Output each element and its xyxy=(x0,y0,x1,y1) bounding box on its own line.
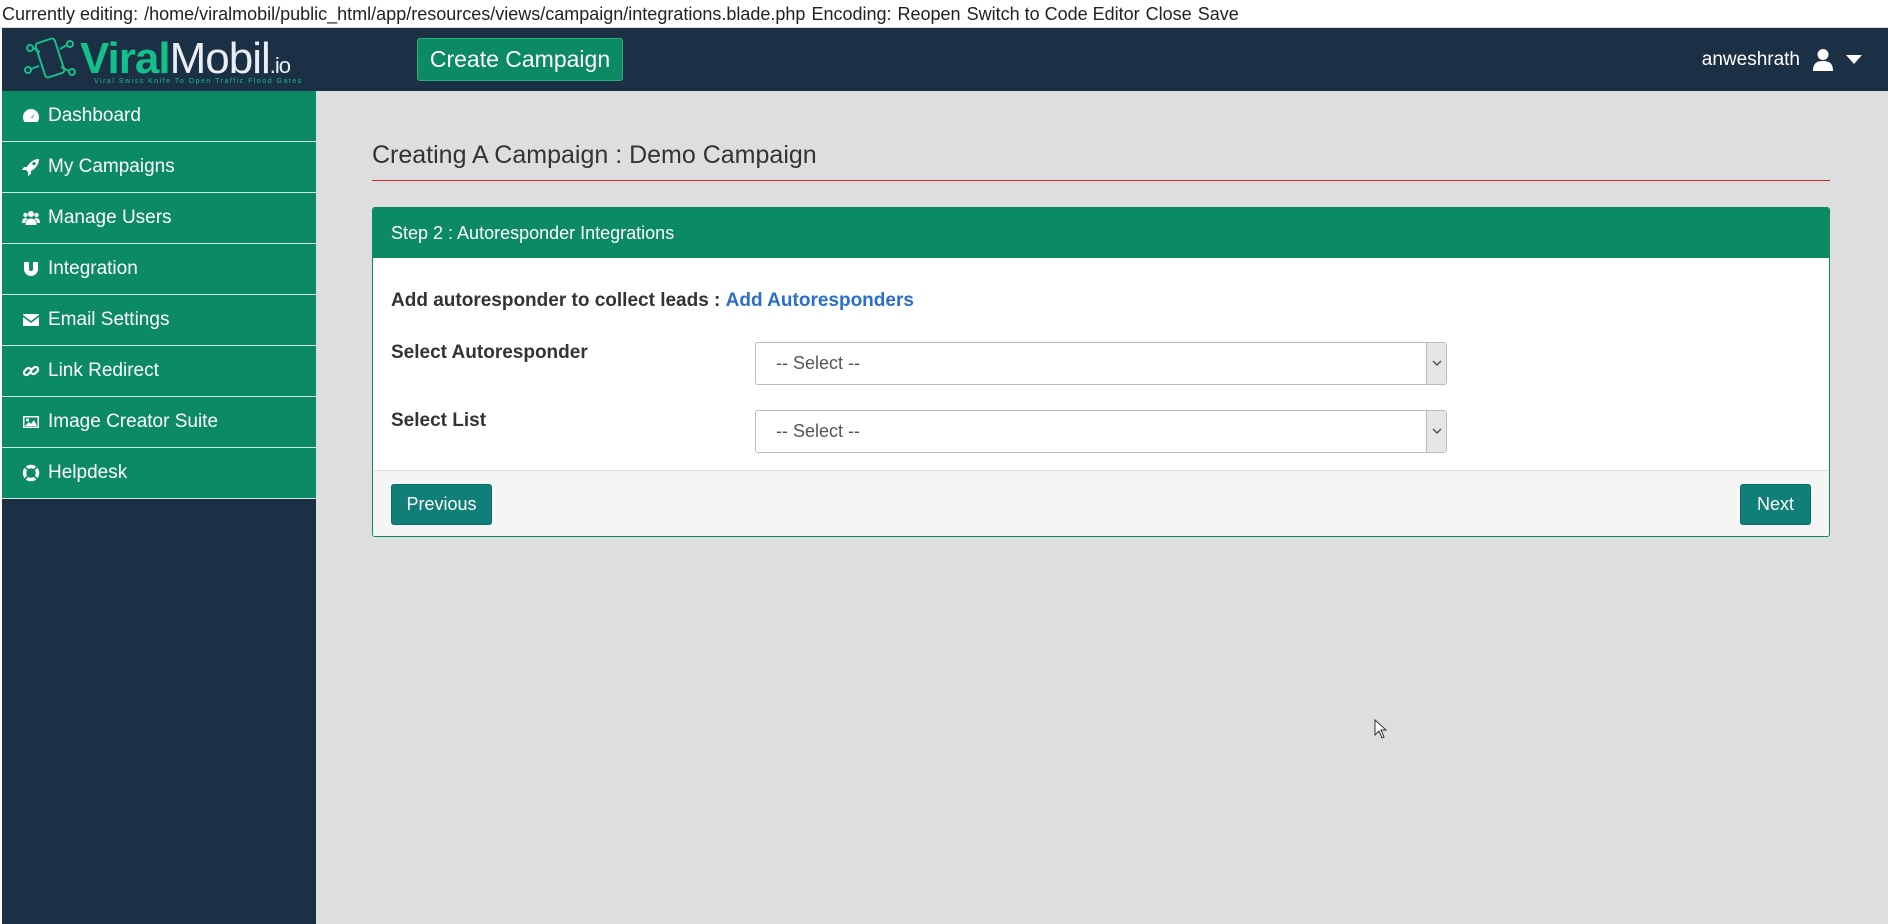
mouse-cursor-icon xyxy=(1374,719,1388,739)
select-list-value: -- Select -- xyxy=(776,421,861,441)
sidebar-item-my-campaigns[interactable]: My Campaigns xyxy=(2,142,316,193)
encoding-label: Encoding: xyxy=(811,4,892,24)
close-link[interactable]: Close xyxy=(1146,4,1192,24)
sidebar-item-label: Integration xyxy=(48,258,138,279)
sidebar-item-label: Manage Users xyxy=(48,207,172,228)
sidebar: Dashboard My Campaigns Manage Users Inte… xyxy=(2,91,316,924)
top-header: ViralMobil.io Viral Swiss Knife To Open … xyxy=(2,28,1888,91)
sidebar-item-label: Dashboard xyxy=(48,105,141,126)
integration-panel: Step 2 : Autoresponder Integrations Add … xyxy=(372,207,1830,537)
magnet-icon xyxy=(24,262,38,276)
add-autoresponder-row: Add autoresponder to collect leads : Add… xyxy=(391,290,914,312)
username[interactable]: anweshrath xyxy=(1702,49,1800,71)
select-autoresponder-dropdown[interactable]: -- Select -- xyxy=(755,342,1447,385)
link-icon xyxy=(22,365,40,377)
select-list-dropdown[interactable]: -- Select -- xyxy=(755,410,1447,453)
previous-button[interactable]: Previous xyxy=(391,484,492,525)
sidebar-item-image-creator-suite[interactable]: Image Creator Suite xyxy=(2,397,316,448)
panel-footer: Previous Next xyxy=(373,470,1829,536)
sidebar-item-label: Helpdesk xyxy=(48,462,128,483)
sidebar-item-integration[interactable]: Integration xyxy=(2,244,316,295)
dashboard-icon xyxy=(22,109,40,122)
chevron-down-icon[interactable] xyxy=(1426,411,1446,452)
reopen-link[interactable]: Reopen xyxy=(898,4,961,24)
logo[interactable]: ViralMobil.io Viral Swiss Knife To Open … xyxy=(22,34,312,86)
sidebar-item-manage-users[interactable]: Manage Users xyxy=(2,193,316,244)
sidebar-item-label: Email Settings xyxy=(48,309,170,330)
switch-editor-link[interactable]: Switch to Code Editor xyxy=(967,4,1140,24)
chevron-down-icon[interactable] xyxy=(1426,343,1446,384)
user-icon[interactable] xyxy=(1812,48,1834,72)
panel-title: Step 2 : Autoresponder Integrations xyxy=(373,208,1829,258)
sidebar-item-label: Link Redirect xyxy=(48,360,159,381)
page-title: Creating A Campaign : Demo Campaign xyxy=(372,141,817,169)
logo-tagline: Viral Swiss Knife To Open Traffic Flood … xyxy=(94,78,303,85)
rocket-icon xyxy=(22,159,39,176)
user-menu[interactable]: anweshrath xyxy=(1702,28,1862,91)
editor-prefix: Currently editing: xyxy=(2,4,139,24)
add-autoresponders-link[interactable]: Add Autoresponders xyxy=(726,290,914,311)
lifebuoy-icon xyxy=(22,464,40,482)
sidebar-item-dashboard[interactable]: Dashboard xyxy=(2,91,316,142)
select-list-label: Select List xyxy=(391,410,487,431)
editor-bar: Currently editing:/home/viralmobil/publi… xyxy=(0,0,1888,28)
sidebar-item-email-settings[interactable]: Email Settings xyxy=(2,295,316,346)
sidebar-item-label: Image Creator Suite xyxy=(48,411,219,432)
image-icon xyxy=(23,416,39,428)
main-content: Creating A Campaign : Demo Campaign Step… xyxy=(316,91,1888,924)
save-link[interactable]: Save xyxy=(1198,4,1239,24)
title-divider xyxy=(372,180,1830,181)
select-autoresponder-label: Select Autoresponder xyxy=(391,342,588,363)
caret-down-icon[interactable] xyxy=(1846,54,1862,65)
sidebar-item-helpdesk[interactable]: Helpdesk xyxy=(2,448,316,499)
sidebar-item-label: My Campaigns xyxy=(48,156,175,177)
logo-phone-icon xyxy=(24,37,76,79)
users-icon xyxy=(22,211,40,225)
create-campaign-button[interactable]: Create Campaign xyxy=(417,38,623,81)
sidebar-item-link-redirect[interactable]: Link Redirect xyxy=(2,346,316,397)
next-button[interactable]: Next xyxy=(1740,484,1811,525)
envelope-icon xyxy=(23,314,39,326)
select-autoresponder-value: -- Select -- xyxy=(776,353,861,373)
add-autoresponder-label: Add autoresponder to collect leads : xyxy=(391,290,721,311)
editor-path: /home/viralmobil/public_html/app/resourc… xyxy=(144,4,806,24)
